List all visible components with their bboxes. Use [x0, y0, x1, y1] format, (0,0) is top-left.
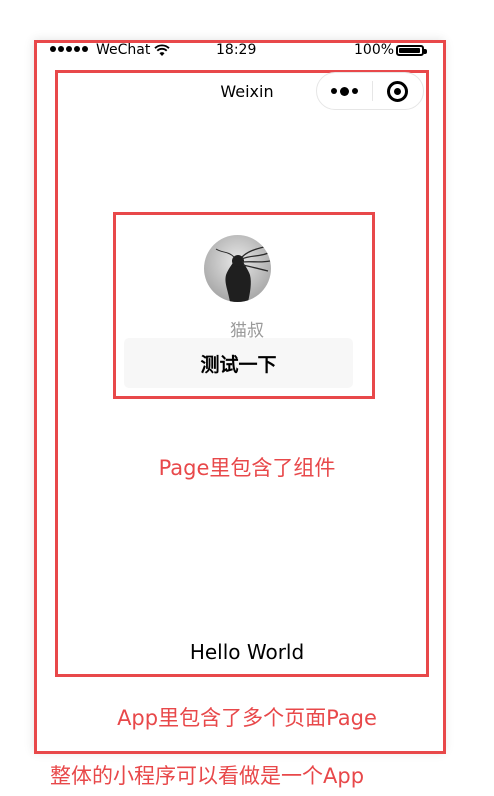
more-icon[interactable]	[331, 86, 358, 96]
test-button[interactable]: 测试一下	[124, 338, 353, 388]
wifi-icon	[154, 44, 170, 56]
carrier-name: WeChat	[96, 42, 151, 58]
page-annotation-label: Page里包含了组件	[158, 456, 336, 480]
hello-world-text: Hello World	[189, 640, 305, 664]
signal-icon	[50, 46, 88, 52]
close-miniprogram-icon[interactable]	[387, 80, 408, 102]
battery-percent: 100%	[354, 42, 395, 58]
capsule-divider	[372, 81, 373, 101]
clock: 18:29	[216, 42, 257, 58]
battery-icon	[396, 45, 427, 56]
miniprogram-annotation-label: 整体的小程序可以看做是一个App	[50, 764, 365, 788]
status-bar: WeChat 18:29 100%	[50, 42, 430, 62]
app-annotation-label: App里包含了多个页面Page	[117, 706, 377, 730]
menu-capsule	[316, 72, 424, 110]
avatar	[204, 235, 271, 302]
avatar-image	[204, 235, 271, 302]
